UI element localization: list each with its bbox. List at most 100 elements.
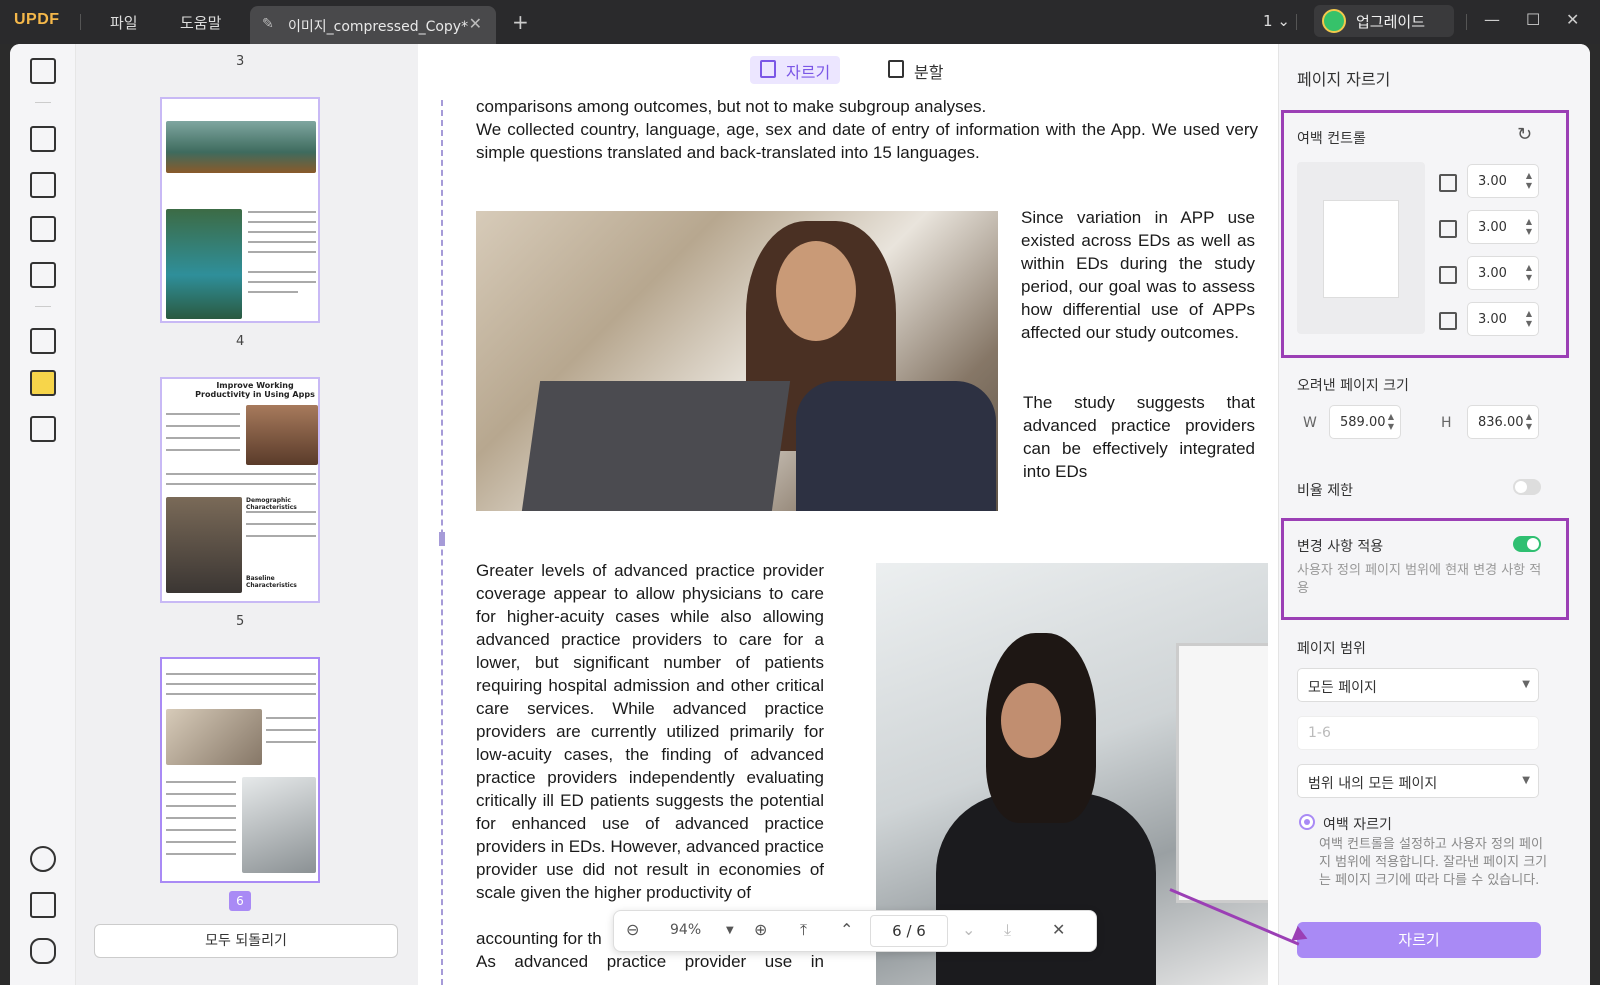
- zoom-toolbar: ⊖ 94% ▼ ⊕ ⤒ ⌃ 6 / 6 ⌄ ⤓ ✕: [613, 910, 1097, 952]
- add-tab-icon[interactable]: +: [512, 10, 529, 34]
- right-margin-value: 3.00: [1478, 312, 1507, 327]
- range-subset-select[interactable]: 범위 내의 모든 페이지 ▼: [1297, 764, 1539, 798]
- right-margin-input[interactable]: 3.00 ▲ ▼: [1467, 302, 1539, 336]
- text-line: [166, 693, 316, 695]
- width-input[interactable]: 589.00 ▲ ▼: [1329, 405, 1401, 439]
- layers-icon[interactable]: [30, 846, 56, 872]
- bottom-margin-input[interactable]: 3.00 ▲ ▼: [1467, 210, 1539, 244]
- close-zoombar-icon[interactable]: ✕: [1052, 920, 1065, 939]
- close-window-icon[interactable]: ✕: [1566, 10, 1579, 29]
- left-margin-value: 3.00: [1478, 266, 1507, 281]
- margin-crop-description: 여백 컨트롤을 설정하고 사용자 정의 페이지 범위에 적용합니다. 잘라낸 페…: [1319, 837, 1548, 888]
- text-line: [246, 511, 316, 513]
- text-line: [166, 483, 316, 485]
- spinner-arrows[interactable]: ▲ ▼: [1526, 309, 1532, 329]
- title-bar: UPDF 파일 도움말 ✎ 이미지_compressed_Copy* ✕ + 1…: [0, 0, 1600, 44]
- thumbnail-page-6[interactable]: [160, 657, 320, 883]
- apply-changes-toggle[interactable]: [1513, 536, 1541, 552]
- organize-pages-icon[interactable]: [30, 328, 56, 354]
- crop-mode-tab[interactable]: 자르기: [750, 56, 841, 84]
- ratio-lock-toggle[interactable]: [1513, 479, 1541, 495]
- paragraph-left-tail: As advanced practice provider use in: [476, 952, 824, 971]
- page-range-value: 모든 페이지: [1308, 680, 1377, 696]
- upgrade-button[interactable]: 업그레이드: [1314, 5, 1454, 37]
- crop-handle[interactable]: [439, 532, 445, 546]
- panel-title: 페이지 자르기: [1297, 70, 1391, 89]
- text-line: [166, 829, 236, 831]
- text-line: [248, 281, 316, 283]
- reader-icon[interactable]: [30, 58, 56, 84]
- zoom-level[interactable]: 94%: [670, 922, 701, 938]
- paragraph-left: Greater levels of advanced practice prov…: [476, 561, 824, 902]
- margin-crop-radio[interactable]: [1299, 814, 1315, 830]
- image-laughing-woman: [476, 211, 998, 511]
- page-number: 5: [236, 614, 245, 629]
- thumb-image: [166, 497, 242, 593]
- reset-icon[interactable]: ↻: [1517, 124, 1532, 145]
- split-mode-tab[interactable]: 분할: [878, 56, 953, 84]
- top-margin-value: 3.00: [1478, 174, 1507, 189]
- spinner-arrows[interactable]: ▲ ▼: [1526, 217, 1532, 237]
- top-margin-input[interactable]: 3.00 ▲ ▼: [1467, 164, 1539, 198]
- bottom-margin-value: 3.00: [1478, 220, 1507, 235]
- last-page-icon[interactable]: ⤓: [1004, 920, 1011, 940]
- zoom-dropdown-icon[interactable]: ▼: [726, 925, 734, 936]
- thumbnail-page-4[interactable]: [160, 97, 320, 323]
- ratio-lock-label: 비율 제한: [1297, 483, 1353, 499]
- previous-page-icon[interactable]: ⌃: [840, 920, 853, 939]
- text-line: [166, 449, 240, 451]
- text-line: [166, 425, 240, 427]
- page-indicator[interactable]: 6 / 6: [870, 915, 948, 947]
- image-detail: [776, 241, 856, 341]
- app-logo: UPDF: [14, 11, 60, 28]
- page-range-select[interactable]: 모든 페이지 ▼: [1297, 668, 1539, 702]
- crop-icon: [760, 60, 776, 78]
- bookmark-icon[interactable]: [30, 892, 56, 918]
- bottom-margin-icon: [1439, 220, 1457, 238]
- page-number: 4: [236, 334, 245, 349]
- text-line: [166, 841, 236, 843]
- paragraph-top: comparisons among outcomes, but not to m…: [476, 97, 1258, 162]
- menu-file[interactable]: 파일: [110, 12, 138, 33]
- page-preview: [1323, 200, 1399, 298]
- reset-all-button[interactable]: 모두 되돌리기: [94, 924, 398, 958]
- spinner-arrows[interactable]: ▲ ▼: [1388, 412, 1394, 432]
- minimize-icon[interactable]: —: [1484, 10, 1500, 29]
- zoom-in-icon[interactable]: ⊕: [754, 920, 767, 939]
- thumb-image: [166, 709, 262, 765]
- comment-icon[interactable]: [30, 126, 56, 152]
- margin-crop-label: 여백 자르기: [1323, 817, 1392, 833]
- spinner-arrows[interactable]: ▲ ▼: [1526, 171, 1532, 191]
- split-icon: [888, 60, 904, 78]
- document-tab[interactable]: ✎ 이미지_compressed_Copy* ✕: [250, 6, 496, 44]
- page-range-label: 페이지 범위: [1297, 641, 1366, 657]
- thumbnail-page-5[interactable]: Improve Working Productivity in Using Ap…: [160, 377, 320, 603]
- maximize-icon[interactable]: ☐: [1526, 10, 1540, 29]
- text-line: [266, 717, 316, 719]
- spinner-arrows[interactable]: ▲ ▼: [1526, 412, 1532, 432]
- menu-help[interactable]: 도움말: [180, 12, 221, 33]
- protect-icon[interactable]: [30, 262, 56, 288]
- crop-button[interactable]: 자르기: [1297, 922, 1541, 958]
- convert-icon[interactable]: [30, 416, 56, 442]
- radio-dot: [1304, 819, 1310, 825]
- zoom-out-icon[interactable]: ⊖: [626, 920, 639, 939]
- next-page-icon[interactable]: ⌄: [962, 920, 975, 939]
- close-tab-icon[interactable]: ✕: [469, 14, 482, 33]
- height-input[interactable]: 836.00 ▲ ▼: [1467, 405, 1539, 439]
- form-icon[interactable]: [30, 216, 56, 242]
- edit-pdf-icon[interactable]: [30, 172, 56, 198]
- crop-tool-icon[interactable]: [30, 370, 56, 396]
- left-margin-icon: [1439, 266, 1457, 284]
- width-label: W: [1303, 415, 1317, 431]
- left-margin-input[interactable]: 3.00 ▲ ▼: [1467, 256, 1539, 290]
- document-view[interactable]: 자르기 분할 comparisons among outcomes, but n…: [418, 44, 1278, 985]
- attachment-icon[interactable]: [30, 938, 56, 964]
- text-line: [166, 817, 236, 819]
- spinner-arrows[interactable]: ▲ ▼: [1526, 263, 1532, 283]
- window-selector[interactable]: 1 ⌄: [1263, 12, 1290, 30]
- thumb-section: Baseline Characteristics: [246, 575, 297, 589]
- crop-mode-label: 자르기: [786, 63, 831, 82]
- custom-range-input[interactable]: 1-6: [1297, 716, 1539, 750]
- first-page-icon[interactable]: ⤒: [800, 920, 807, 940]
